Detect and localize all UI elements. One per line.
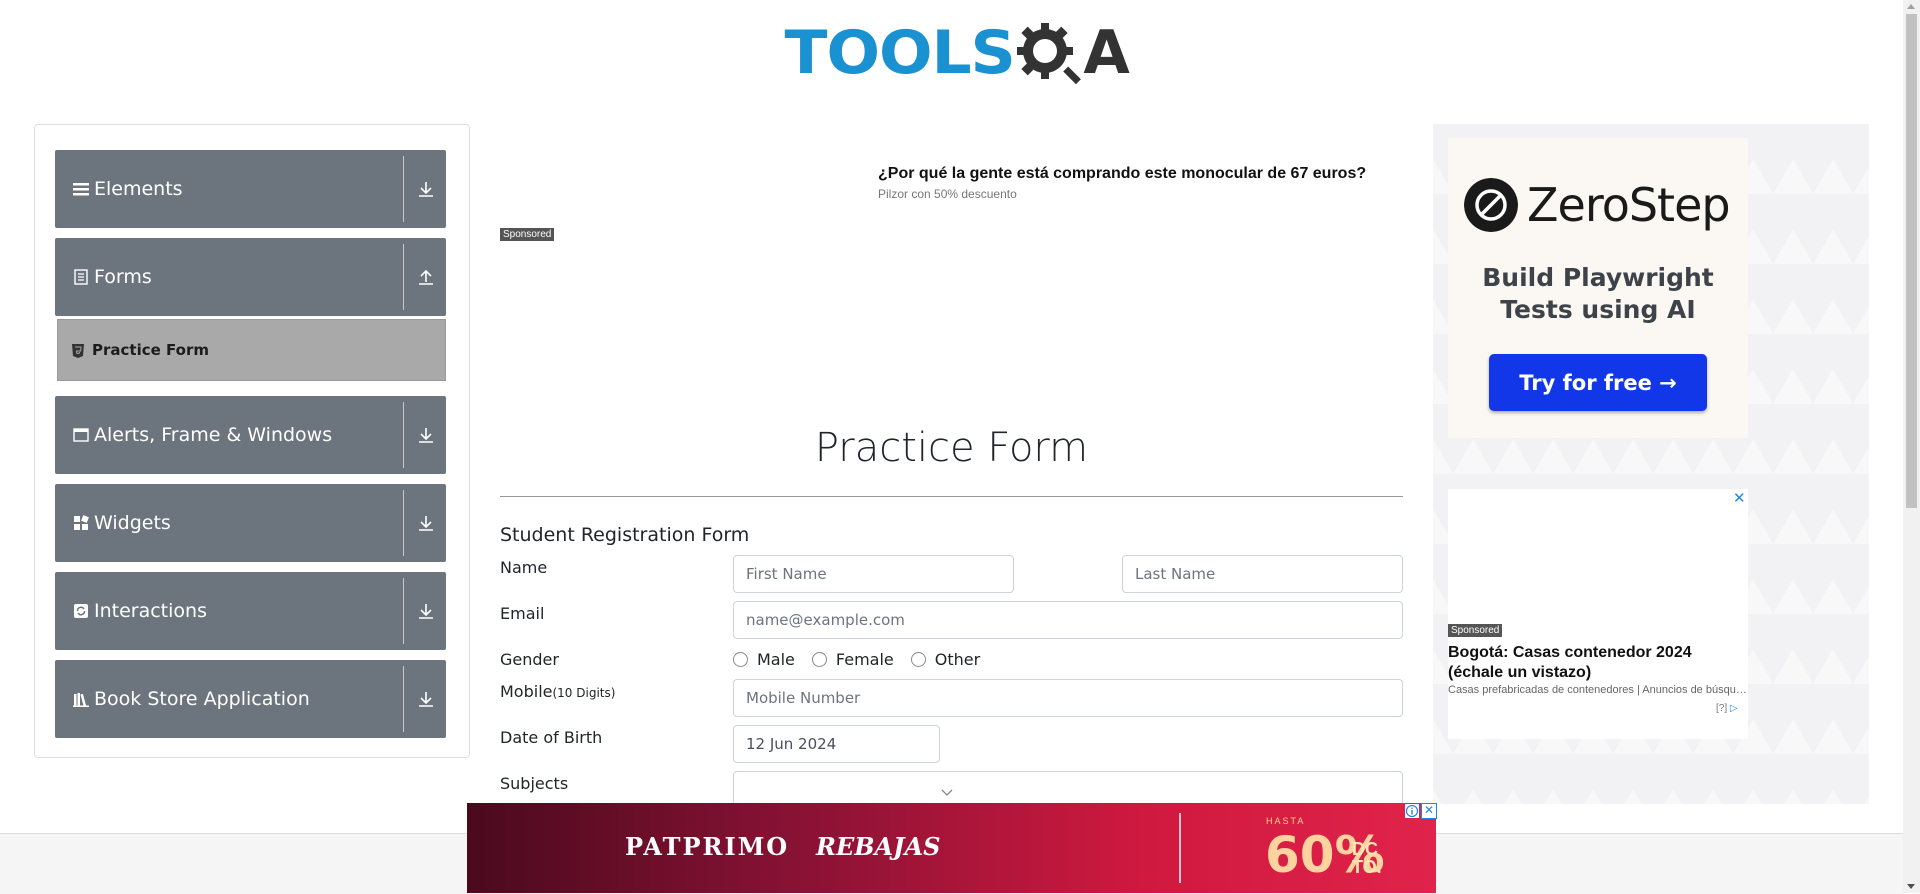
logo-text-tools: TOOLS bbox=[784, 18, 1016, 88]
first-name-input[interactable] bbox=[733, 555, 1014, 593]
books-icon bbox=[73, 693, 89, 707]
sponsored-badge: Sponsored bbox=[1448, 624, 1503, 637]
nav-group-alerts-frame-windows[interactable]: Alerts, Frame & Windows bbox=[55, 396, 446, 474]
gender-male-radio[interactable] bbox=[733, 652, 748, 667]
gender-radio-group: Male Female Other bbox=[733, 650, 997, 669]
sponsored-badge: Sponsored bbox=[500, 228, 555, 241]
top-ad-subtitle[interactable]: Pilzor con 50% descuento bbox=[878, 187, 1017, 201]
ad2-title[interactable]: Bogotá: Casas contenedor 2024 (échale un… bbox=[1448, 643, 1748, 683]
banner-brand: PATPRIMO bbox=[625, 832, 790, 861]
nav-group-label: Forms bbox=[94, 266, 152, 288]
try-for-free-button[interactable]: Try for free → bbox=[1489, 354, 1707, 411]
list-icon bbox=[73, 183, 89, 196]
close-banner-icon[interactable]: ✕ bbox=[1421, 803, 1437, 819]
banner-divider bbox=[1179, 813, 1181, 883]
gear-magnifier-icon bbox=[1017, 23, 1082, 85]
banner-dcto-line1: DC bbox=[1352, 839, 1378, 859]
left-nav-panel: Elements Forms Practice Form Alerts, Fra… bbox=[34, 124, 470, 758]
last-name-input[interactable] bbox=[1122, 555, 1403, 593]
label-name: Name bbox=[500, 558, 548, 577]
window-icon bbox=[73, 428, 89, 442]
grid-icon bbox=[74, 515, 89, 530]
gender-female-label[interactable]: Female bbox=[836, 650, 894, 669]
divider bbox=[403, 402, 404, 468]
label-email: Email bbox=[500, 604, 545, 623]
page-scrollbar[interactable] bbox=[1903, 0, 1920, 893]
nav-group-label: Book Store Application bbox=[94, 688, 310, 710]
label-mobile: Mobile(10 Digits) bbox=[500, 682, 615, 701]
play-triangle-icon: ▷ bbox=[1729, 703, 1738, 714]
label-subjects: Subjects bbox=[500, 774, 569, 793]
html5-icon bbox=[72, 344, 84, 358]
gender-other-label[interactable]: Other bbox=[935, 650, 980, 669]
file-text-icon bbox=[74, 269, 88, 285]
banner-hasta: HASTA bbox=[1266, 816, 1306, 826]
nav-group-elements[interactable]: Elements bbox=[55, 150, 446, 228]
adchoices-text: [?] bbox=[1716, 703, 1728, 714]
sponsored-ad-card[interactable] bbox=[1448, 489, 1748, 739]
label-mobile-hint: (10 Digits) bbox=[552, 686, 616, 700]
scroll-up-arrow-icon[interactable] bbox=[1907, 4, 1915, 9]
banner-dcto: DC TO. bbox=[1352, 840, 1382, 876]
label-dob: Date of Birth bbox=[500, 728, 603, 747]
download-icon bbox=[419, 604, 433, 619]
top-ad-title[interactable]: ¿Por qué la gente está comprando este mo… bbox=[878, 165, 1366, 183]
nav-group-book-store-application[interactable]: Book Store Application bbox=[55, 660, 446, 738]
nav-item-practice-form[interactable]: Practice Form bbox=[57, 319, 446, 381]
nav-group-label: Alerts, Frame & Windows bbox=[94, 424, 333, 446]
form-heading: Student Registration Form bbox=[500, 524, 750, 546]
nav-group-label: Widgets bbox=[94, 512, 171, 534]
nav-group-forms[interactable]: Forms bbox=[55, 238, 446, 316]
divider bbox=[403, 490, 404, 556]
refresh-icon bbox=[74, 604, 88, 618]
nav-group-label: Interactions bbox=[94, 600, 207, 622]
scrollbar-thumb[interactable] bbox=[1906, 14, 1917, 508]
divider bbox=[403, 156, 404, 222]
divider bbox=[403, 578, 404, 644]
divider bbox=[403, 666, 404, 732]
close-ad-icon[interactable]: ✕ bbox=[1733, 489, 1746, 507]
email-input[interactable] bbox=[733, 601, 1403, 639]
zerostep-tagline: Build Playwright Tests using AI bbox=[1482, 263, 1714, 324]
zerostep-logo-icon bbox=[1464, 178, 1518, 232]
download-icon bbox=[419, 516, 433, 531]
banner-dcto-line2: TO. bbox=[1352, 857, 1382, 877]
gender-other-radio[interactable] bbox=[910, 652, 926, 667]
mobile-input[interactable] bbox=[733, 679, 1403, 717]
nav-group-interactions[interactable]: Interactions bbox=[55, 572, 446, 650]
nav-item-label: Practice Form bbox=[92, 341, 209, 359]
zerostep-brand-name: ZeroStep bbox=[1527, 178, 1731, 232]
label-mobile-text: Mobile bbox=[500, 682, 553, 701]
logo-text-a: A bbox=[1083, 18, 1130, 88]
divider bbox=[403, 244, 404, 310]
ad2-subtitle[interactable]: Casas prefabricadas de contenedores | An… bbox=[1448, 684, 1748, 696]
download-icon bbox=[419, 428, 433, 443]
date-of-birth-input[interactable] bbox=[733, 725, 940, 763]
chevron-down-icon[interactable] bbox=[940, 787, 954, 797]
info-icon[interactable] bbox=[1405, 804, 1419, 818]
title-divider bbox=[500, 496, 1403, 497]
toolsqa-logo[interactable]: TOOLS A bbox=[785, 14, 1130, 92]
gender-female-radio[interactable] bbox=[811, 652, 827, 667]
download-icon bbox=[419, 692, 433, 707]
nav-group-widgets[interactable]: Widgets bbox=[55, 484, 446, 562]
gender-male-label[interactable]: Male bbox=[757, 650, 795, 669]
scroll-down-arrow-icon[interactable] bbox=[1907, 884, 1915, 889]
upload-icon bbox=[419, 269, 433, 285]
download-icon bbox=[419, 182, 433, 197]
label-gender: Gender bbox=[500, 650, 559, 669]
nav-group-label: Elements bbox=[94, 178, 183, 200]
page-title: Practice Form bbox=[814, 425, 1089, 471]
adchoices-icon[interactable]: [?] ▷ bbox=[1716, 703, 1738, 714]
banner-sale: REBAJAS bbox=[816, 832, 941, 861]
